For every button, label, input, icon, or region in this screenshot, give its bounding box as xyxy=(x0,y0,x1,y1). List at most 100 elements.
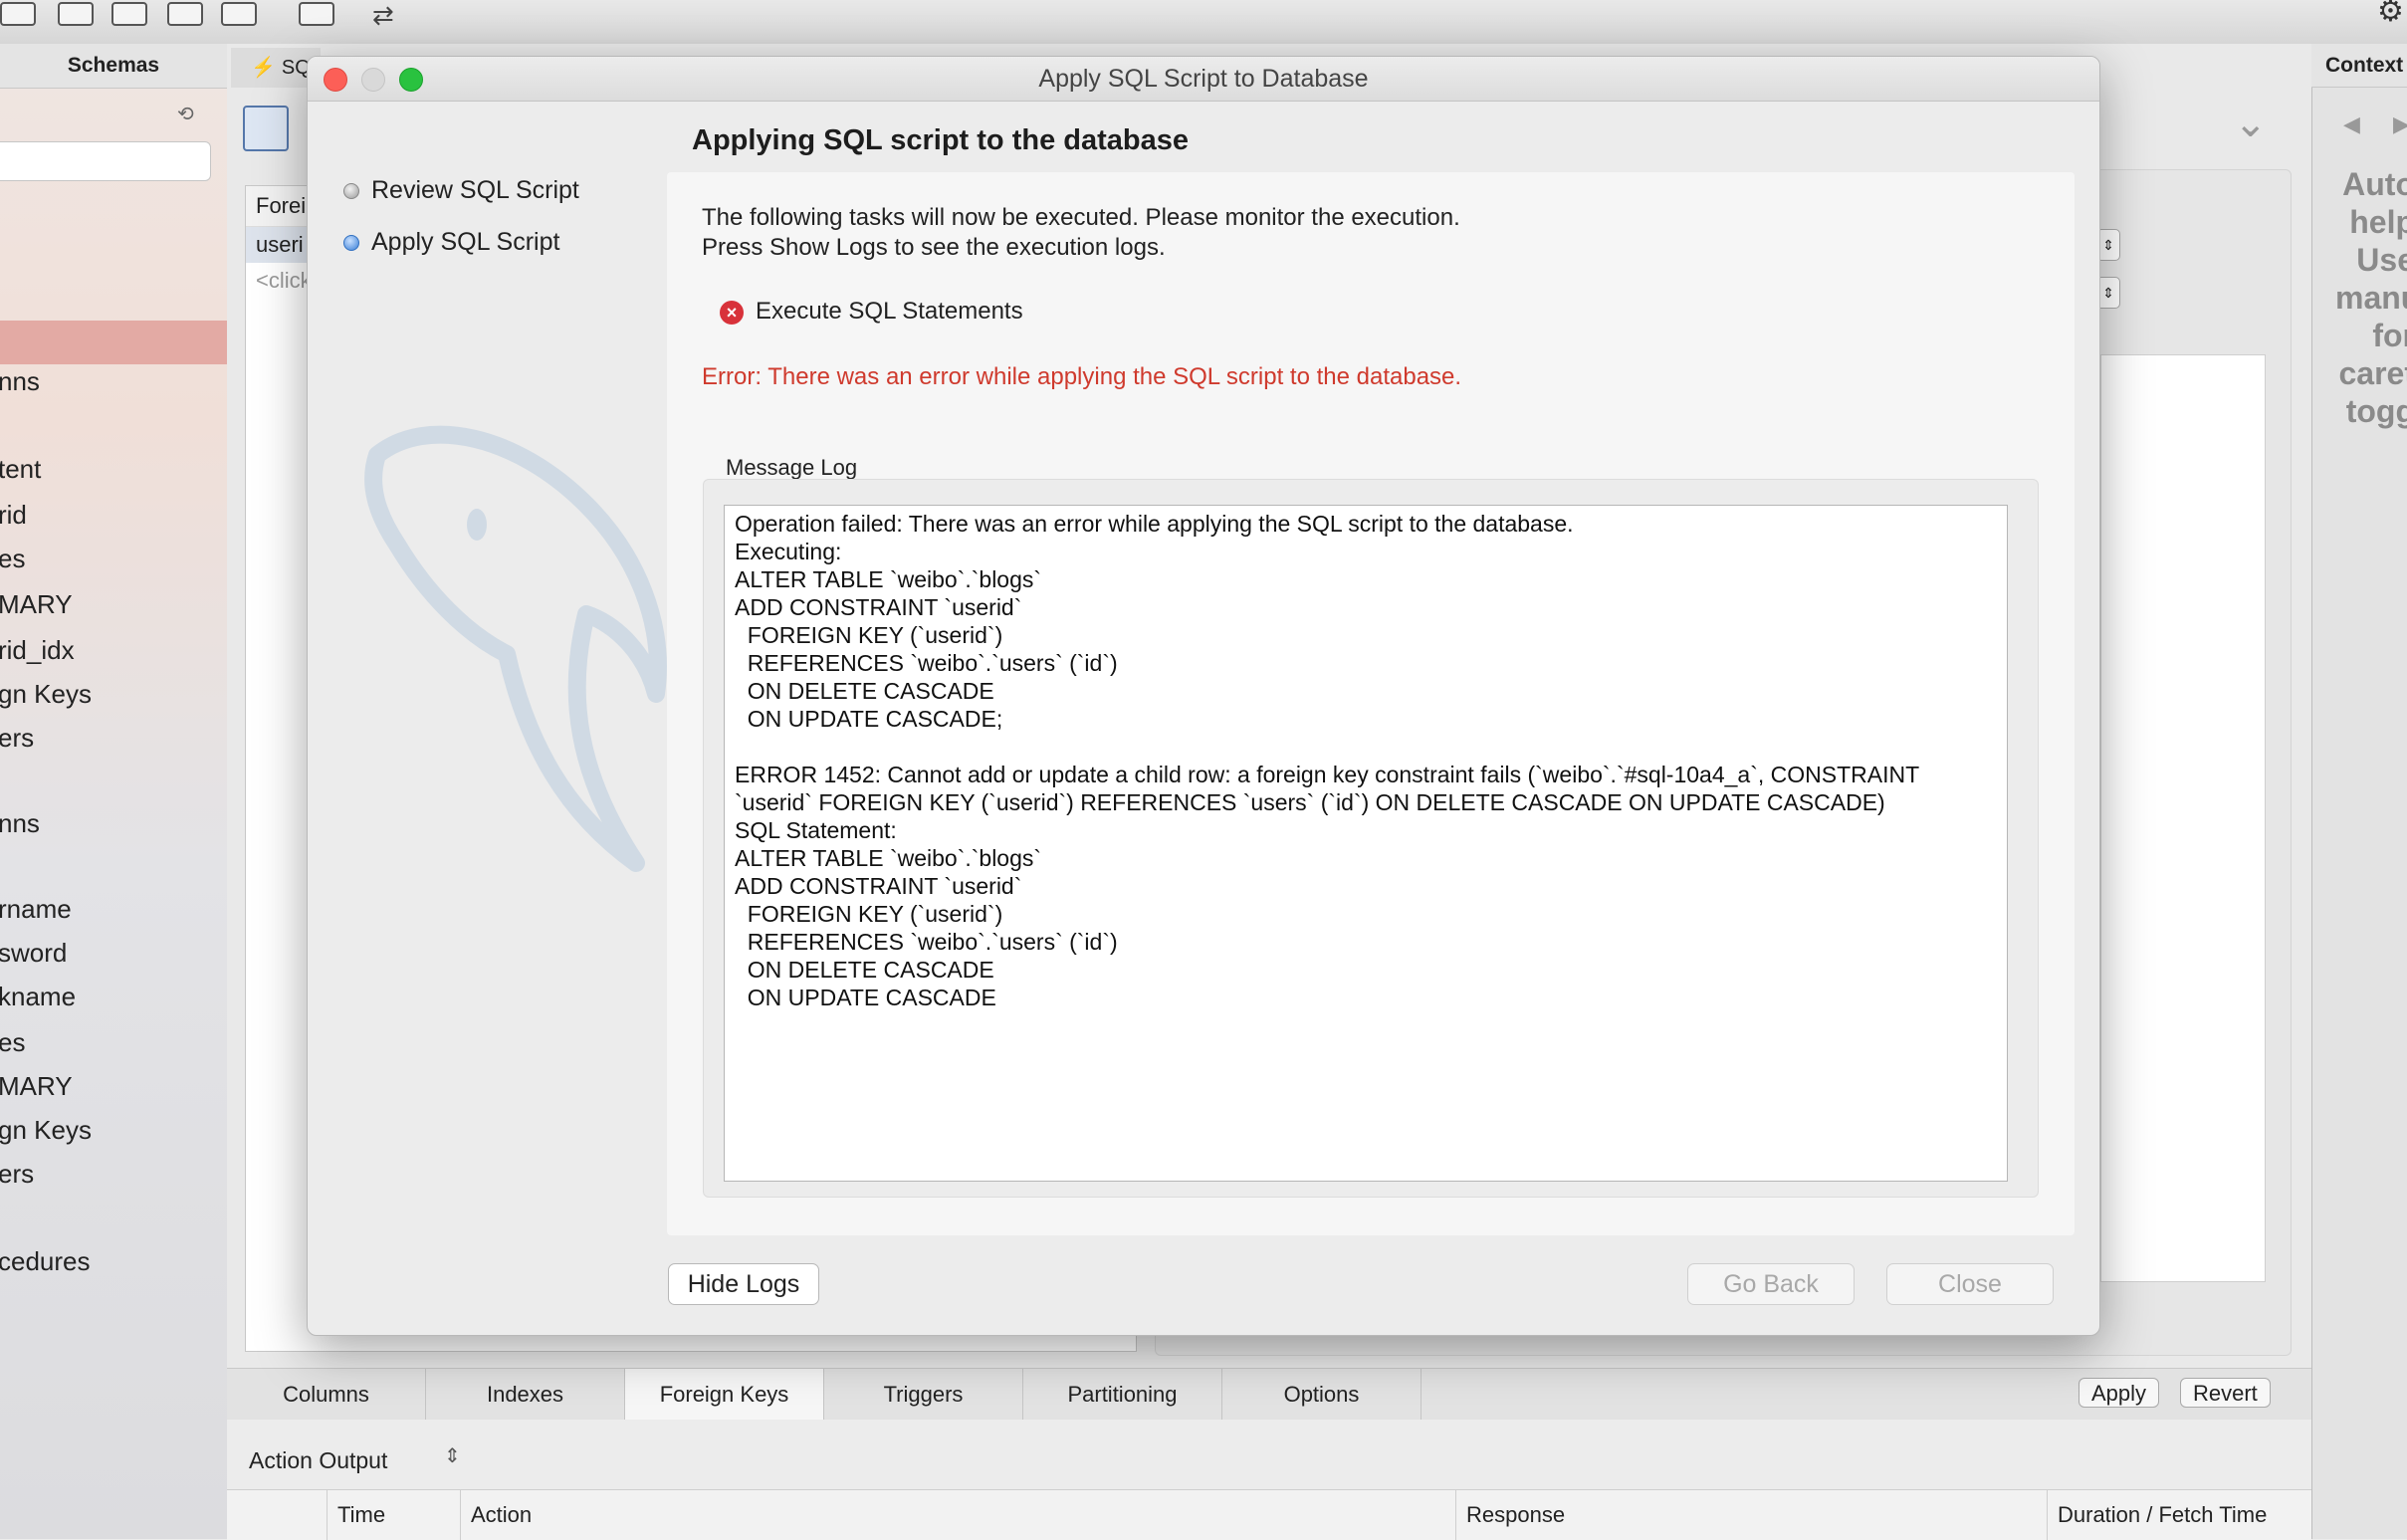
schema-tree-item[interactable]: MARY xyxy=(0,589,73,620)
apply-sql-dialog: Apply SQL Script to Database Applying SQ… xyxy=(307,56,2100,1336)
tab-options[interactable]: Options xyxy=(1222,1369,1422,1421)
zoom-window-button[interactable] xyxy=(399,68,423,92)
schema-filter-input[interactable] xyxy=(0,141,211,181)
context-help-line: Use xyxy=(2356,242,2407,278)
log-line: ALTER TABLE `weibo`.`blogs` xyxy=(735,845,1042,871)
column-header-time[interactable]: Time xyxy=(327,1490,460,1540)
tab-indexes[interactable]: Indexes xyxy=(426,1369,625,1421)
step-label: Review SQL Script xyxy=(371,176,579,204)
table-editor-icon xyxy=(243,106,289,151)
log-line: ON DELETE CASCADE xyxy=(735,957,994,983)
tab-foreign-keys[interactable]: Foreign Keys xyxy=(625,1369,824,1421)
log-line: ADD CONSTRAINT `userid` xyxy=(735,873,1022,899)
log-line: ALTER TABLE `weibo`.`blogs` xyxy=(735,566,1042,592)
editor-bottom-tabs: Columns Indexes Foreign Keys Triggers Partit… xyxy=(227,1368,2311,1422)
schema-tree-item[interactable]: kname xyxy=(0,982,76,1012)
search-table-icon[interactable] xyxy=(299,2,334,26)
action-output-selector[interactable]: Action Output xyxy=(249,1447,387,1474)
step-apply-sql: Apply SQL Script xyxy=(343,228,559,257)
schema-tree-item[interactable]: sword xyxy=(0,938,67,969)
minimize-window-button xyxy=(361,68,385,92)
fk-options-box xyxy=(2100,354,2266,1282)
context-help-line: Auto xyxy=(2342,166,2407,202)
schema-tree-item[interactable]: gn Keys xyxy=(0,679,92,710)
log-line: Executing: xyxy=(735,539,842,564)
close-window-button[interactable] xyxy=(324,68,347,92)
log-line: FOREIGN KEY (`userid`) xyxy=(735,901,1003,927)
message-log-textarea[interactable]: Operation failed: There was an error whi… xyxy=(724,505,2008,1182)
intro-text-2: Press Show Logs to see the execution log… xyxy=(702,234,1166,261)
schema-tree-item[interactable]: es xyxy=(0,544,25,574)
dialog-heading: Applying SQL script to the database xyxy=(692,124,1189,156)
lightning-icon: ⚡ xyxy=(251,57,276,79)
tab-columns[interactable]: Columns xyxy=(227,1369,426,1421)
collapse-chevron-icon[interactable]: ⌄ xyxy=(2234,104,2268,143)
back-arrow-icon[interactable]: ◀ xyxy=(2343,111,2360,137)
tab-partitioning[interactable]: Partitioning xyxy=(1023,1369,1222,1421)
schema-tree-item[interactable]: ers xyxy=(0,723,34,754)
context-help-line: togg xyxy=(2345,393,2407,429)
log-line: ADD CONSTRAINT `userid` xyxy=(735,594,1022,620)
log-line: REFERENCES `weibo`.`users` (`id`) xyxy=(735,929,1118,955)
create-table-icon[interactable] xyxy=(167,2,203,26)
selector-stepper-icon[interactable]: ⇕ xyxy=(444,1443,461,1468)
schemas-header: Schemas xyxy=(0,44,227,89)
schema-tree-item[interactable]: rid xyxy=(0,500,27,531)
schema-tree-item[interactable]: MARY xyxy=(0,1071,73,1102)
schema-tree-item[interactable]: nns xyxy=(0,808,40,839)
tree-selected-row[interactable] xyxy=(0,321,227,364)
sql-new-icon[interactable] xyxy=(0,2,36,26)
schema-tree-item[interactable]: cedures xyxy=(0,1246,91,1277)
schema-tree-item[interactable]: ers xyxy=(0,1159,34,1190)
close-button: Close xyxy=(1886,1263,2054,1305)
error-message: Error: There was an error while applying… xyxy=(702,363,1462,390)
context-help-text: AutohelpUsemanuforcarettogg xyxy=(2335,165,2407,430)
column-header-response[interactable]: Response xyxy=(1455,1490,2047,1540)
intro-text-1: The following tasks will now be executed… xyxy=(702,204,1460,231)
error-x-icon: × xyxy=(720,300,744,325)
create-schema-icon[interactable] xyxy=(111,2,147,26)
go-back-button: Go Back xyxy=(1687,1263,1855,1305)
schema-tree-item[interactable]: rid_idx xyxy=(0,635,75,666)
message-log-title: Message Log xyxy=(726,455,858,480)
open-sql-icon[interactable] xyxy=(58,2,94,26)
apply-button[interactable]: Apply xyxy=(2079,1378,2160,1408)
step-current-icon xyxy=(343,235,359,252)
schemas-panel xyxy=(0,44,228,1539)
context-help-line: help xyxy=(2349,204,2407,240)
task-execute-sql: × Execute SQL Statements xyxy=(720,298,1023,326)
log-line: FOREIGN KEY (`userid`) xyxy=(735,622,1003,648)
main-toolbar: ⇄ ⚙ xyxy=(0,0,2407,45)
context-help-line: manu xyxy=(2335,280,2407,316)
tab-triggers[interactable]: Triggers xyxy=(824,1369,1023,1421)
settings-gear-icon[interactable]: ⚙ xyxy=(2377,0,2407,27)
context-help-line: caret xyxy=(2338,355,2407,391)
log-line: SQL Statement: xyxy=(735,817,897,843)
step-review-sql: Review SQL Script xyxy=(343,176,579,205)
forward-arrow-icon[interactable]: ▶ xyxy=(2393,111,2407,137)
hide-logs-button[interactable]: Hide Logs xyxy=(668,1263,819,1305)
action-output-header: Time Action Response Duration / Fetch Time xyxy=(227,1489,2311,1540)
context-header: Context xyxy=(2311,44,2407,88)
step-pending-icon xyxy=(343,183,359,200)
reconnect-icon[interactable]: ⇄ xyxy=(372,2,412,28)
log-line: `userid` FOREIGN KEY (`userid`) REFERENC… xyxy=(735,789,1885,815)
schema-tree-item[interactable]: gn Keys xyxy=(0,1115,92,1146)
column-header-action[interactable]: Action xyxy=(460,1490,1455,1540)
column-header-duration-fetch-time[interactable]: Duration / Fetch Time xyxy=(2047,1490,2311,1540)
revert-button[interactable]: Revert xyxy=(2180,1378,2271,1408)
schema-tree-item[interactable]: rname xyxy=(0,894,72,925)
context-help-line: for xyxy=(2372,318,2407,353)
mysql-dolphin-watermark xyxy=(364,425,667,872)
log-line: ON UPDATE CASCADE xyxy=(735,985,996,1010)
log-line: ERROR 1452: Cannot add or update a child… xyxy=(735,762,1920,787)
log-line: ON DELETE CASCADE xyxy=(735,678,994,704)
schema-tree-item[interactable]: nns xyxy=(0,366,40,397)
create-view-icon[interactable] xyxy=(221,2,257,26)
log-line: REFERENCES `weibo`.`users` (`id`) xyxy=(735,650,1118,676)
schema-tree-item[interactable]: es xyxy=(0,1027,25,1058)
refresh-icon[interactable]: ⟲ xyxy=(177,102,194,126)
step-label: Apply SQL Script xyxy=(371,228,560,256)
schema-tree-item[interactable]: tent xyxy=(0,454,41,485)
